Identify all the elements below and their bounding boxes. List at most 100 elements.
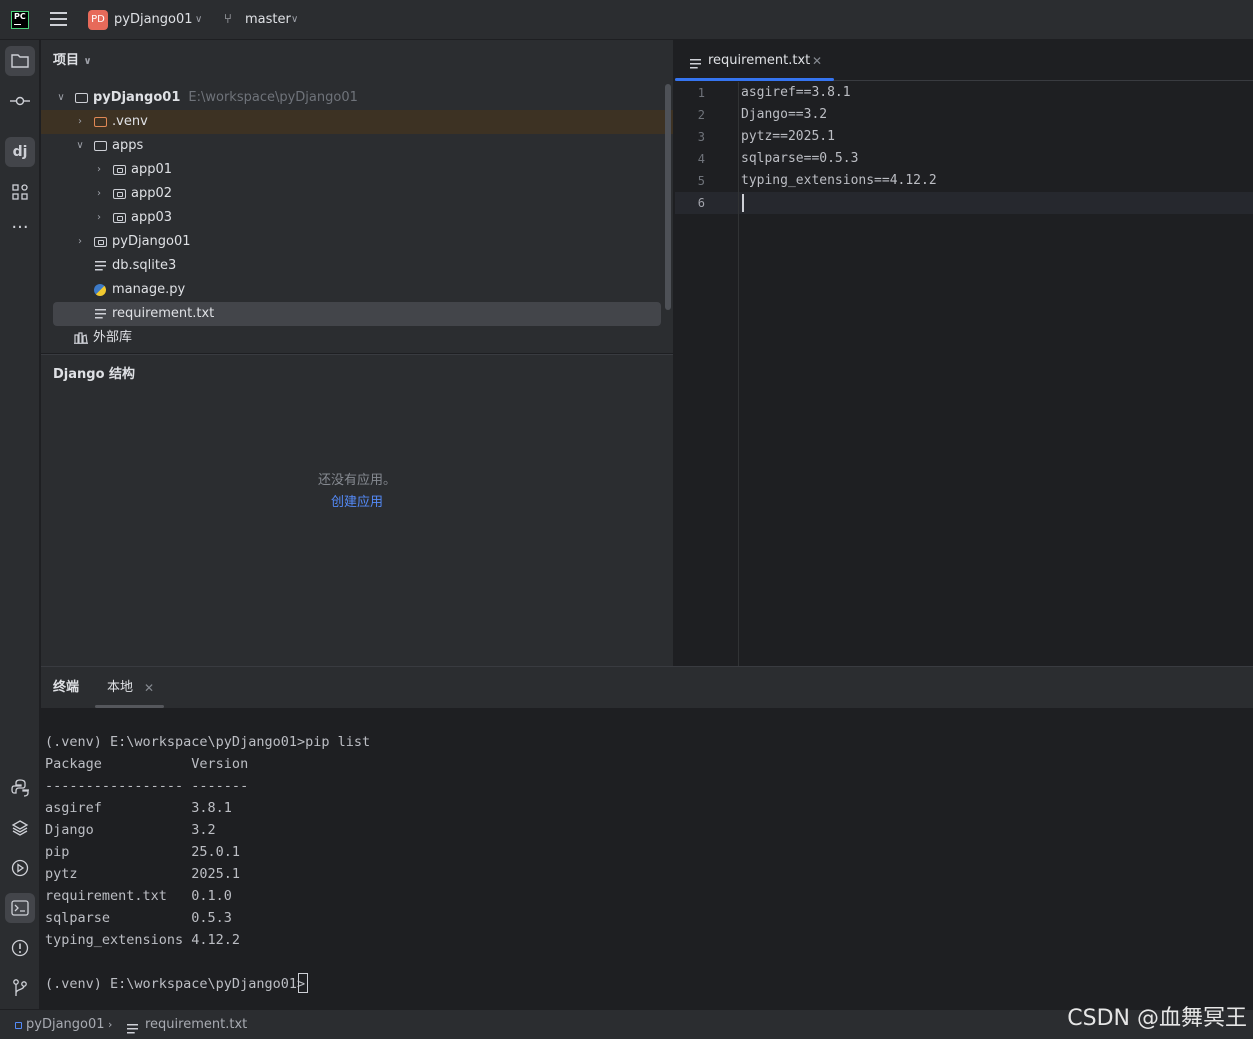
code-line[interactable]: typing_extensions==4.12.2: [741, 170, 937, 192]
structure-tool-icon[interactable]: [5, 177, 35, 207]
breadcrumb-file[interactable]: requirement.txt: [145, 1016, 247, 1034]
tree-item-requirement-txt[interactable]: requirement.txt: [53, 302, 661, 326]
line-number: 3: [697, 130, 705, 144]
editor-tab-label: requirement.txt: [708, 53, 811, 68]
branch-switcher[interactable]: master: [245, 11, 291, 29]
code-line[interactable]: sqlparse==0.5.3: [741, 148, 858, 170]
tree-item-label: apps: [112, 138, 144, 153]
code-line[interactable]: asgiref==3.8.1: [741, 82, 851, 104]
tree-item-label: .venv: [112, 114, 148, 129]
tree-item-app02[interactable]: › app02: [41, 182, 673, 206]
project-panel-header[interactable]: 项目 ∨: [53, 52, 92, 71]
tool-window-strip: dj ···: [0, 40, 40, 1009]
tree-item-app01[interactable]: › app01: [41, 158, 673, 182]
tree-item-apps[interactable]: ∨ apps: [41, 134, 673, 158]
text-file-icon: [127, 1021, 138, 1036]
chevron-down-icon[interactable]: ∨: [74, 134, 86, 158]
close-icon[interactable]: ✕: [812, 51, 822, 71]
line-number: 4: [697, 152, 705, 166]
chevron-right-icon: ›: [108, 1018, 113, 1031]
git-icon[interactable]: [5, 973, 35, 1003]
django-structure-panel: Django 结构 还没有应用。 创建应用: [41, 354, 673, 666]
problems-icon[interactable]: [5, 933, 35, 963]
tree-item-label: app01: [131, 162, 173, 177]
chevron-right-icon[interactable]: ›: [74, 110, 86, 134]
terminal-tool-icon[interactable]: [5, 893, 35, 923]
terminal-line: pip 25.0.1: [45, 844, 241, 860]
tree-item-app03[interactable]: › app03: [41, 206, 673, 230]
tree-item-venv[interactable]: › .venv: [41, 110, 673, 134]
tree-item-manage-py[interactable]: manage.py: [41, 278, 673, 302]
tree-item-label: manage.py: [112, 282, 186, 297]
text-file-icon: [92, 254, 108, 278]
pycharm-logo-icon: PC: [11, 11, 29, 29]
code-line[interactable]: Django==3.2: [741, 104, 827, 126]
terminal-panel: 终端 本地 ✕ (.venv) E:\workspace\pyDjango01>…: [41, 666, 1253, 1009]
project-badge[interactable]: PD: [88, 10, 108, 30]
active-tab-indicator: [95, 705, 164, 708]
python-packages-icon[interactable]: [5, 813, 35, 843]
terminal-line: asgiref 3.8.1: [45, 800, 232, 816]
close-icon[interactable]: ✕: [144, 678, 154, 698]
terminal-line: ----------------- -------: [45, 778, 249, 794]
tree-item-label: app02: [131, 186, 173, 201]
excluded-folder-icon: [92, 110, 108, 134]
chevron-down-icon[interactable]: ∨: [84, 56, 92, 67]
django-structure-icon[interactable]: dj: [5, 137, 35, 167]
line-number: 2: [697, 108, 705, 122]
editor-tab-requirement-txt[interactable]: requirement.txt ✕: [675, 40, 834, 81]
chevron-down-icon[interactable]: ∨: [291, 11, 298, 29]
chevron-down-icon[interactable]: ∨: [195, 11, 202, 29]
project-tool-icon[interactable]: [5, 46, 35, 76]
services-icon[interactable]: [5, 853, 35, 883]
django-panel-title: Django 结构: [53, 367, 136, 382]
active-tab-indicator: [675, 78, 834, 81]
terminal-line: requirement.txt 0.1.0: [45, 888, 232, 904]
code-line[interactable]: pytz==2025.1: [741, 126, 835, 148]
terminal-tabs: 终端 本地 ✕: [41, 667, 1253, 708]
text-file-icon: [690, 56, 701, 71]
line-number: 5: [697, 174, 705, 188]
status-bar: pyDjango01 › requirement.txt: [0, 1009, 1253, 1039]
chevron-right-icon[interactable]: ›: [93, 182, 105, 206]
package-folder-icon: [111, 158, 127, 182]
terminal-cursor: [298, 973, 308, 993]
tree-root[interactable]: ∨ pyDjango01 E:\workspace\pyDjango01: [41, 86, 673, 110]
title-bar: PC PD pyDjango01 ∨ ⑂ master ∨: [0, 0, 1253, 40]
terminal-title: 终端: [53, 680, 80, 695]
tree-item-label: db.sqlite3: [112, 258, 177, 273]
tree-item-label: app03: [131, 210, 173, 225]
chevron-right-icon[interactable]: ›: [93, 158, 105, 182]
project-scrollbar[interactable]: [665, 84, 671, 310]
tree-item-pydjango01[interactable]: › pyDjango01: [41, 230, 673, 254]
package-folder-icon: [111, 182, 127, 206]
breadcrumb-project[interactable]: pyDjango01: [26, 1016, 105, 1034]
tree-item-label: pyDjango01: [112, 234, 191, 249]
package-folder-icon: [111, 206, 127, 230]
commit-tool-icon[interactable]: [5, 86, 35, 116]
tree-item-external-libraries[interactable]: 外部库: [41, 326, 673, 350]
more-tools-icon[interactable]: ···: [5, 216, 35, 246]
chevron-down-icon[interactable]: ∨: [55, 86, 67, 110]
project-switcher[interactable]: pyDjango01: [114, 11, 193, 29]
line-number: 6: [697, 196, 705, 210]
library-icon: [73, 326, 89, 350]
chevron-right-icon[interactable]: ›: [74, 230, 86, 254]
terminal-tab-local[interactable]: 本地: [107, 678, 133, 698]
main-menu-icon[interactable]: [50, 12, 67, 28]
create-app-link[interactable]: 创建应用: [41, 493, 673, 513]
terminal-line: Django 3.2: [45, 822, 216, 838]
chevron-right-icon[interactable]: ›: [93, 206, 105, 230]
tree-item-db-sqlite3[interactable]: db.sqlite3: [41, 254, 673, 278]
text-caret: [742, 194, 744, 212]
python-file-icon: [92, 278, 108, 302]
terminal-line: pytz 2025.1: [45, 866, 241, 882]
watermark: CSDN @血舞冥王: [1067, 1006, 1247, 1031]
tree-root-path: E:\workspace\pyDjango01: [188, 90, 358, 105]
python-console-icon[interactable]: [5, 773, 35, 803]
project-panel: 项目 ∨ ∨ pyDjango01 E:\workspace\pyDjango01…: [41, 40, 673, 353]
line-number: 1: [697, 86, 705, 100]
empty-state-text: 还没有应用。: [317, 473, 396, 488]
git-branch-icon: ⑂: [224, 12, 232, 27]
terminal-prompt[interactable]: (.venv) E:\workspace\pyDjango01>: [45, 973, 305, 995]
